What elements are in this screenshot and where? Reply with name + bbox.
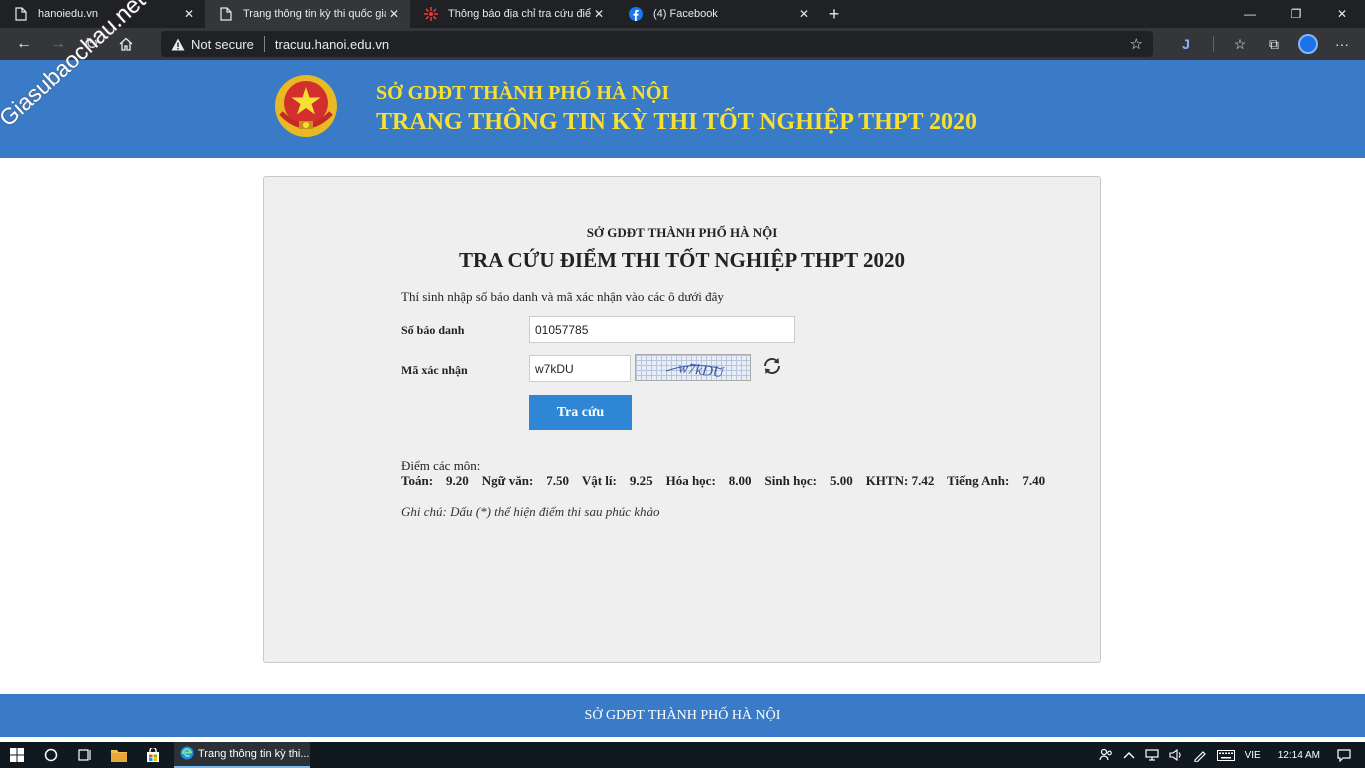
tab-trang-thong-tin[interactable]: Trang thông tin kỳ thi quốc gia 2 ✕ — [205, 0, 410, 28]
form-instruction: Thí sinh nhập số báo danh và mã xác nhận… — [401, 289, 724, 304]
edge-icon — [180, 746, 194, 763]
subject-score: 7.42 — [911, 473, 935, 488]
national-emblem-icon — [275, 75, 337, 137]
back-arrow-icon[interactable]: ← — [7, 28, 41, 60]
scores-row: Toán: 9.20 Ngữ văn: 7.50 Vật lí: 9.25 Hó… — [401, 473, 1045, 489]
page-icon — [219, 7, 233, 21]
lookup-form-card: SỞ GDĐT THÀNH PHỐ HÀ NỘI TRA CỨU ĐIỂM TH… — [263, 176, 1101, 663]
more-menu-icon[interactable]: ··· — [1325, 28, 1359, 60]
clock[interactable]: 12:14 AM — [1266, 750, 1332, 761]
captcha-image-text: w7kDU — [677, 360, 725, 381]
close-icon[interactable]: ✕ — [386, 7, 402, 21]
os-taskbar: Trang thông tin kỳ thi... VIE 12:14 AM — [0, 742, 1365, 768]
url-text[interactable]: tracuu.hanoi.edu.vn — [275, 37, 389, 52]
subject-score: 7.50 — [546, 473, 570, 488]
subject-score: 9.20 — [446, 473, 469, 488]
favorites-icon[interactable]: ☆ — [1223, 28, 1257, 60]
subject-label: Vật lí: — [581, 473, 617, 488]
close-window-icon[interactable]: ✕ — [1319, 0, 1365, 28]
captcha-input[interactable]: w7kDU — [529, 355, 631, 382]
window-controls: — ❐ ✕ — [1227, 0, 1365, 28]
subject-label: Tiếng Anh: — [947, 473, 1010, 488]
close-icon[interactable]: ✕ — [796, 7, 812, 21]
toolbar-right-buttons: J ☆ ⧉ ··· — [1169, 28, 1365, 60]
tab-title: (4) Facebook — [653, 8, 718, 20]
subject-score: 8.00 — [728, 473, 752, 488]
network-icon[interactable] — [1140, 749, 1164, 761]
subject-label: Sinh học: — [764, 473, 817, 488]
taskbar-app-title: Trang thông tin kỳ thi... — [198, 748, 310, 760]
file-explorer-icon[interactable] — [102, 742, 136, 768]
toolbar-separator — [1203, 28, 1223, 60]
candidate-number-label: Số báo danh — [401, 323, 465, 337]
warning-icon[interactable] — [171, 38, 185, 51]
keyboard-icon[interactable] — [1212, 749, 1240, 761]
star-red-icon — [424, 7, 438, 21]
form-org-name: SỞ GDĐT THÀNH PHỐ HÀ NỘI — [586, 225, 778, 240]
subject-score: 5.00 — [829, 473, 853, 488]
web-page: SỞ GDĐT THÀNH PHỐ HÀ NỘI TRANG THÔNG TIN… — [0, 0, 1365, 742]
restore-icon[interactable]: ❐ — [1273, 0, 1319, 28]
address-divider — [263, 36, 265, 52]
collections-icon[interactable]: ⧉ — [1257, 28, 1291, 60]
tab-facebook[interactable]: (4) Facebook ✕ — [615, 0, 820, 28]
candidate-number-input[interactable]: 01057785 — [529, 316, 795, 343]
security-status[interactable]: Not secure — [191, 37, 254, 52]
captcha-image: w7kDU — [635, 354, 751, 381]
footer-text: SỞ GDĐT THÀNH PHỐ HÀ NỘI — [584, 707, 781, 723]
subject-score: 7.40 — [1022, 473, 1046, 488]
browser-tab-strip: hanoiedu.vn ✕ Trang thông tin kỳ thi quố… — [0, 0, 1365, 28]
volume-icon[interactable] — [1164, 749, 1188, 761]
scores-note: Ghi chú: Dấu (*) thể hiện điểm thi sau p… — [401, 504, 660, 519]
profile-avatar[interactable] — [1291, 28, 1325, 60]
extension-j-icon[interactable]: J — [1169, 28, 1203, 60]
language-indicator[interactable]: VIE — [1240, 750, 1266, 761]
chevron-up-icon[interactable] — [1118, 751, 1140, 759]
task-view-icon[interactable] — [68, 742, 102, 768]
site-footer: SỞ GDĐT THÀNH PHỐ HÀ NỘI — [0, 694, 1365, 737]
notifications-icon[interactable] — [1332, 748, 1365, 762]
captcha-label: Mã xác nhận — [401, 363, 468, 377]
favorite-star-icon[interactable]: ☆ — [1130, 35, 1143, 53]
address-bar[interactable]: Not secure tracuu.hanoi.edu.vn ☆ — [161, 31, 1153, 57]
subject-label: Toán: — [401, 473, 434, 488]
windows-start-icon[interactable] — [0, 742, 34, 768]
site-header: SỞ GDĐT THÀNH PHỐ HÀ NỘI TRANG THÔNG TIN… — [0, 60, 1365, 158]
facebook-icon — [629, 7, 643, 21]
tab-thong-bao[interactable]: Thông báo địa chỉ tra cứu điểm t ✕ — [410, 0, 615, 28]
refresh-captcha-icon[interactable] — [761, 355, 783, 377]
lookup-submit-button[interactable]: Tra cứu — [529, 395, 632, 430]
minimize-icon[interactable]: — — [1227, 0, 1273, 28]
subject-label: KHTN: — [865, 473, 909, 488]
store-icon[interactable] — [136, 742, 170, 768]
subject-label: Hóa học: — [665, 473, 716, 488]
tab-title: Trang thông tin kỳ thi quốc gia 2 — [243, 8, 386, 20]
system-tray: VIE 12:14 AM — [1094, 742, 1365, 768]
header-site-title: TRANG THÔNG TIN KỲ THI TỐT NGHIỆP THPT 2… — [376, 109, 978, 135]
subject-score: 9.25 — [629, 473, 653, 488]
search-circle-icon[interactable] — [34, 742, 68, 768]
subject-label: Ngữ văn: — [481, 473, 534, 488]
form-title: TRA CỨU ĐIỂM THI TỐT NGHIỆP THPT 2020 — [459, 248, 905, 272]
tab-title: Thông báo địa chỉ tra cứu điểm t — [448, 8, 591, 20]
browser-toolbar: ← → ↻ Not secure tracuu.hanoi.edu.vn ☆ J… — [0, 28, 1365, 60]
close-icon[interactable]: ✕ — [181, 7, 197, 21]
new-tab-button[interactable]: + — [820, 0, 848, 28]
taskbar-browser-app[interactable]: Trang thông tin kỳ thi... — [174, 742, 310, 768]
page-icon — [14, 7, 28, 21]
scores-label: Điểm các môn: — [401, 458, 481, 473]
close-icon[interactable]: ✕ — [591, 7, 607, 21]
pen-icon[interactable] — [1188, 748, 1212, 762]
people-icon[interactable] — [1094, 748, 1118, 762]
header-org-name: SỞ GDĐT THÀNH PHỐ HÀ NỘI — [376, 82, 670, 104]
